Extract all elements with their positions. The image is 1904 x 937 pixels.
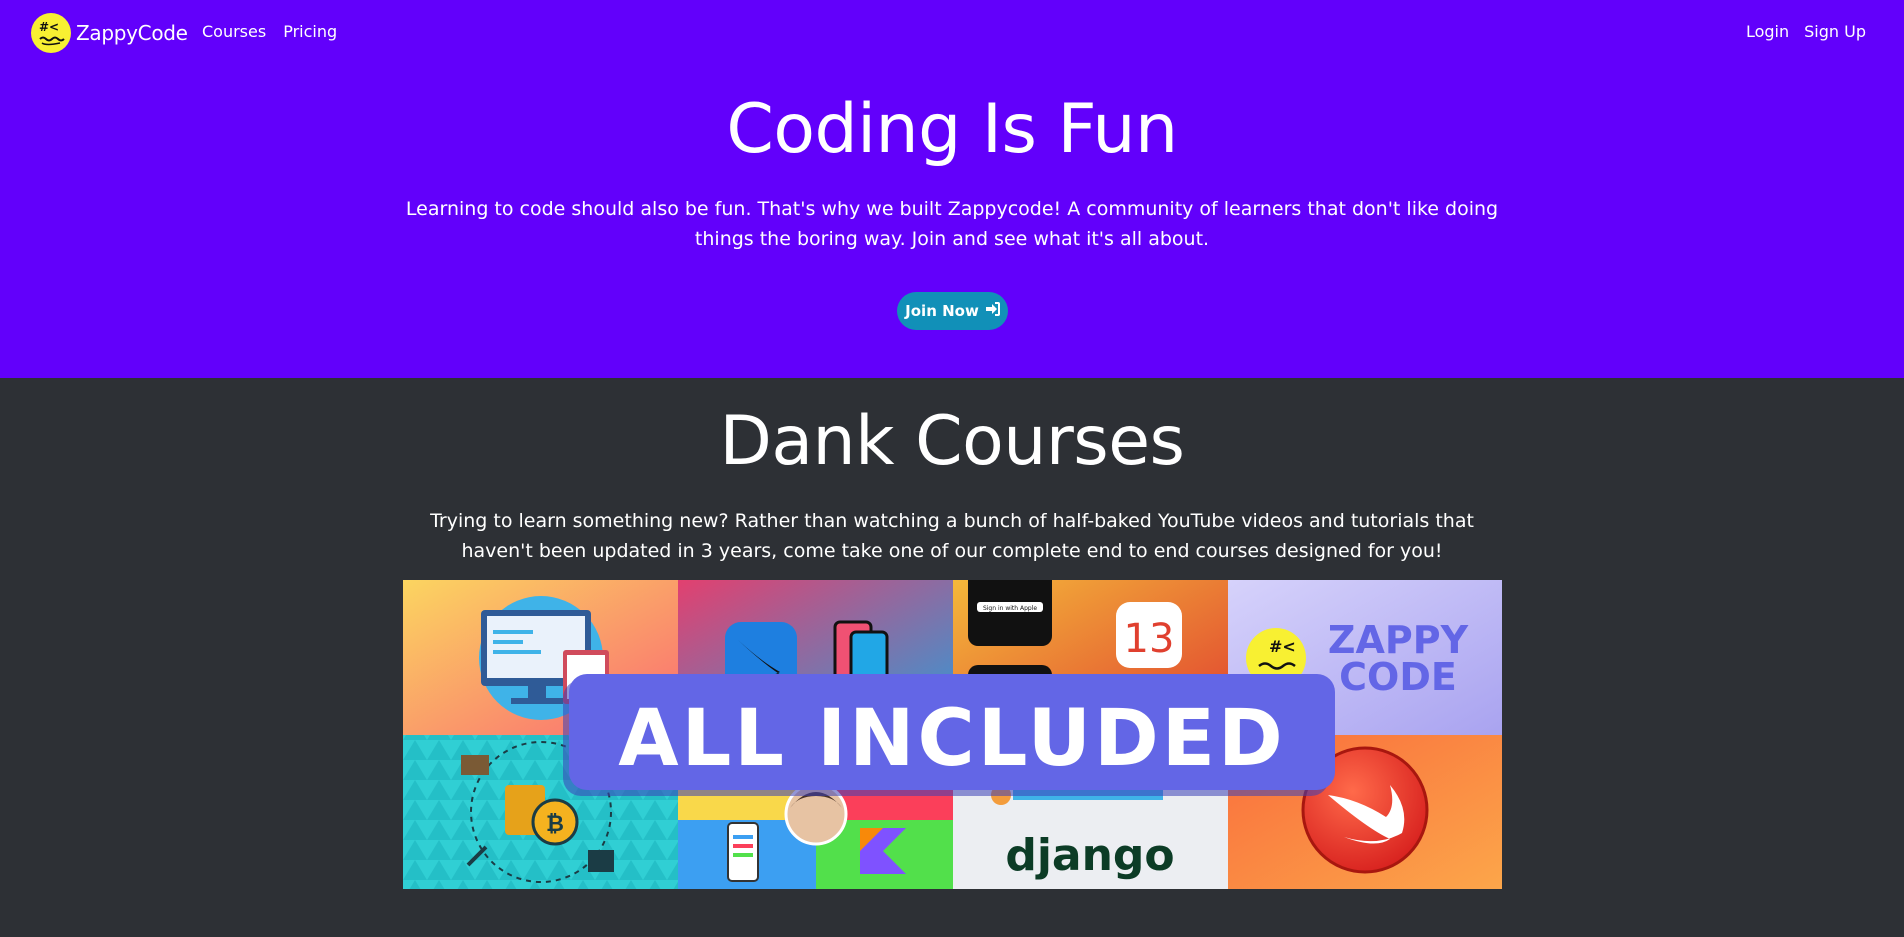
courses-description: Trying to learn something new? Rather th… — [430, 510, 1474, 562]
brand-name: ZappyCode — [76, 21, 188, 45]
nav-left: Courses Pricing — [202, 22, 337, 41]
nav-pricing-link[interactable]: Pricing — [283, 22, 337, 41]
nav-right: Login Sign Up — [1746, 22, 1866, 41]
banner-brand-line2: CODE — [1339, 655, 1457, 699]
hero-description: Learning to code should also be fun. Tha… — [405, 198, 1499, 250]
banner-sign-in-text: Sign in with Apple — [983, 605, 1037, 612]
nav-login-link[interactable]: Login — [1746, 22, 1789, 41]
navbar: #< ZappyCode Courses Pricing Login Sign … — [0, 0, 1904, 64]
courses-title: Dank Courses — [719, 402, 1185, 481]
brand-link[interactable]: #< ZappyCode — [31, 13, 188, 53]
join-now-button[interactable]: Join Now — [897, 292, 1008, 330]
nav-signup-link[interactable]: Sign Up — [1804, 22, 1866, 41]
zappycode-logo-icon: #< — [31, 13, 71, 53]
hero-title: Coding Is Fun — [726, 90, 1178, 169]
logo-glyph: #< — [39, 20, 59, 34]
courses-banner-image: Sign in with Apple 13 #< ZAPPY CODE ₿ dj… — [403, 580, 1502, 889]
svg-text:₿: ₿ — [546, 812, 564, 837]
nav-courses-link[interactable]: Courses — [202, 22, 266, 41]
banner-ios-version: 13 — [1124, 616, 1175, 662]
sign-in-icon — [985, 302, 1000, 320]
banner-overlay-text: ALL INCLUDED — [618, 694, 1286, 784]
hero-section: #< ZappyCode Courses Pricing Login Sign … — [0, 0, 1904, 378]
banner-django-text: django — [1005, 830, 1174, 881]
join-now-label: Join Now — [905, 302, 979, 320]
banner-logo-glyph: #< — [1269, 637, 1296, 656]
